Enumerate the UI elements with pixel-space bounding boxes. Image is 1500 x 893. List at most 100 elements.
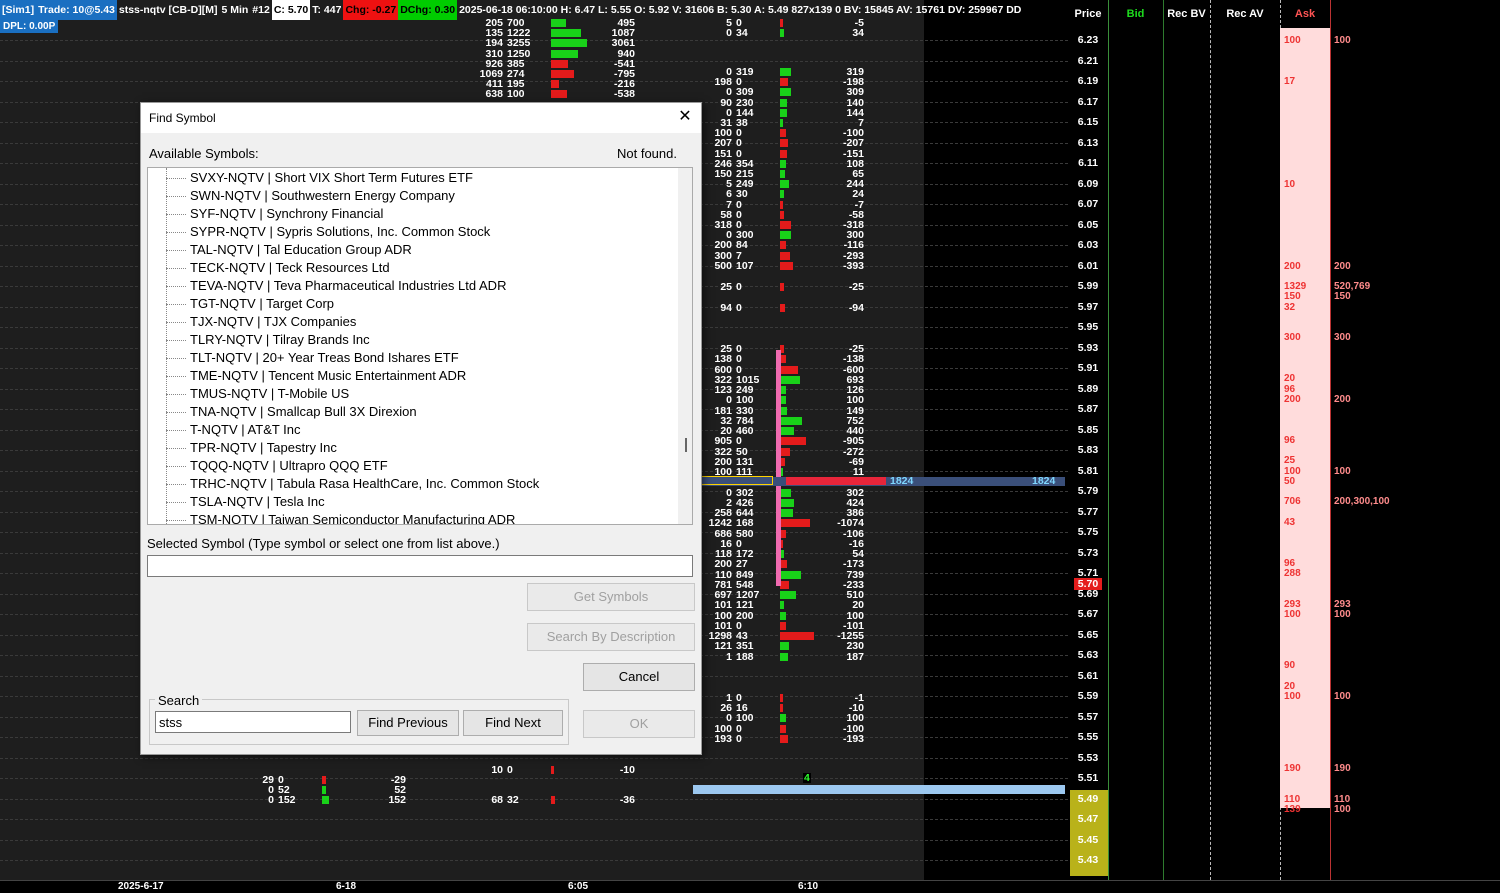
symbol-list-item[interactable]: SVXY-NQTV | Short VIX Short Term Futures… [190, 169, 473, 187]
price-level: 6.13 [1077, 136, 1099, 149]
far-footprint-bid-volume: 152 [278, 794, 296, 806]
price-level: 5.85 [1077, 423, 1099, 436]
recent-ask-volume: 300 [1334, 332, 1351, 344]
symbol-list-item[interactable]: TECK-NQTV | Teck Resources Ltd [190, 259, 390, 277]
tree-connector [166, 430, 186, 431]
tree-connector [166, 376, 186, 377]
left-footprint-bid-volume: 3255 [507, 37, 531, 50]
right-footprint-delta-bar [780, 375, 801, 384]
left-footprint-delta-bar [551, 766, 555, 774]
price-level: 6.03 [1077, 239, 1099, 251]
tree-connector [166, 168, 167, 524]
price-level: 5.43 [1077, 854, 1099, 866]
selected-symbol-input[interactable] [147, 555, 693, 577]
symbol-list-item[interactable]: TMUS-NQTV | T-Mobile US [190, 385, 349, 403]
symbol-list[interactable]: SVXY-NQTV | Short VIX Short Term Futures… [147, 167, 693, 525]
right-footprint-bid-volume: 330 [736, 404, 754, 417]
scrollbar-thumb[interactable] [685, 438, 687, 452]
right-footprint-delta-bar [780, 210, 785, 219]
find-previous-button[interactable]: Find Previous [357, 710, 459, 736]
symbol-list-item[interactable]: TQQQ-NQTV | Ultrapro QQQ ETF [190, 457, 388, 475]
right-footprint-delta-bar [780, 261, 793, 270]
symbol-list-item[interactable]: SWN-NQTV | Southwestern Energy Company [190, 187, 455, 205]
symbol-list-item[interactable]: TNA-NQTV | Smallcap Bull 3X Direxion [190, 403, 417, 421]
far-footprint-delta: 152 [388, 794, 406, 806]
right-footprint-delta: 100 [846, 394, 864, 407]
tree-connector [166, 394, 186, 395]
symbol-list-item[interactable]: TRHC-NQTV | Tabula Rasa HealthCare, Inc.… [190, 475, 539, 493]
right-footprint-delta-bar [780, 427, 794, 435]
left-footprint-delta-bar [551, 49, 578, 58]
grid-line [0, 819, 1068, 820]
left-footprint-bid-volume: 32 [507, 794, 519, 806]
ask-size: 100 [1284, 35, 1301, 46]
price-level: 5.51 [1077, 772, 1099, 784]
symbol-list-item[interactable]: SYF-NQTV | Synchrony Financial [190, 205, 383, 223]
current-bar-outline [700, 476, 773, 485]
right-footprint-bid-volume: 107 [736, 259, 754, 272]
recent-ask-volume: 200,300,100 [1334, 496, 1390, 508]
right-footprint-delta: -138 [842, 353, 864, 366]
ask-size: 90 [1284, 660, 1296, 672]
right-footprint-delta-bar [780, 304, 786, 312]
price-level: 5.49 [1077, 792, 1099, 805]
symbol-list-item[interactable]: TME-NQTV | Tencent Music Entertainment A… [190, 367, 466, 385]
right-footprint-delta: -106 [842, 527, 864, 540]
symbol-list-item[interactable]: TEVA-NQTV | Teva Pharmaceutical Industri… [190, 277, 506, 295]
tree-connector [166, 520, 186, 521]
tree-connector [166, 484, 186, 485]
right-footprint-ask-volume: 0 [726, 27, 732, 40]
ask-size: 17 [1284, 76, 1296, 87]
symbol-list-item[interactable]: SYPR-NQTV | Sypris Solutions, Inc. Commo… [190, 223, 490, 241]
bar-number: #12 [252, 4, 270, 16]
dialog-titlebar[interactable]: Find Symbol ✕ [141, 103, 701, 133]
symbol-list-item[interactable]: TSM-NQTV | Taiwan Semiconductor Manufact… [190, 511, 515, 524]
interval-label: 5 Min [221, 4, 249, 16]
price-level: 5.65 [1077, 628, 1099, 641]
left-footprint-ask-volume: 194 [485, 37, 503, 50]
recent-ask-volume: 200 [1334, 260, 1351, 272]
ok-button[interactable]: OK [583, 710, 695, 738]
symbol-list-item[interactable]: TSLA-NQTV | Tesla Inc [190, 493, 325, 511]
tree-connector [166, 502, 186, 503]
close-icon[interactable]: ✕ [675, 107, 695, 127]
symbol-list-item[interactable]: T-NQTV | AT&T Inc [190, 421, 301, 439]
far-footprint-delta-bar [322, 776, 326, 784]
search-by-description-button[interactable]: Search By Description [527, 623, 695, 651]
right-footprint-delta-bar [780, 19, 784, 27]
get-symbols-button[interactable]: Get Symbols [527, 583, 695, 611]
find-next-button[interactable]: Find Next [463, 710, 563, 736]
symbol-list-item[interactable]: TAL-NQTV | Tal Education Group ADR [190, 241, 412, 259]
search-input[interactable] [155, 711, 351, 733]
ladder-divider [1210, 0, 1211, 880]
left-footprint-delta-bar [551, 80, 560, 89]
right-footprint-delta-bar [780, 365, 798, 374]
symbol-list-item[interactable]: TJX-NQTV | TJX Companies [190, 313, 356, 331]
recent-ask-volume: 100 [1334, 465, 1351, 477]
count-badge: 4 [803, 772, 811, 784]
tree-connector [166, 286, 186, 287]
volume-band [693, 785, 1065, 794]
bar-info: 2025-06-18 06:10:00 H: 6.47 L: 5.55 O: 5… [459, 4, 1022, 16]
cancel-button[interactable]: Cancel [583, 663, 695, 691]
price-level: 6.07 [1077, 198, 1099, 210]
ladder-header: Bid [1126, 8, 1145, 20]
tree-connector [166, 214, 186, 215]
tree-connector [166, 322, 186, 323]
right-footprint-delta: -193 [842, 732, 864, 745]
list-scrollbar[interactable] [678, 168, 692, 524]
symbol-list-item[interactable]: TGT-NQTV | Target Corp [190, 295, 334, 313]
price-ladder[interactable]: Price Bid Rec BV Rec AV Ask 6.23 6.21 6.19 6.17… [1068, 0, 1500, 880]
ask-size: 300 [1284, 332, 1301, 344]
price-level: 6.21 [1077, 54, 1099, 67]
price-level: 5.81 [1077, 464, 1099, 477]
symbol-list-item[interactable]: TLRY-NQTV | Tilray Brands Inc [190, 331, 370, 349]
price-level: 5.61 [1077, 669, 1099, 682]
recent-ask-volume: 100 [1334, 609, 1351, 620]
symbol-list-item[interactable]: TLT-NQTV | 20+ Year Treas Bond Ishares E… [190, 349, 459, 367]
tree-connector [166, 340, 186, 341]
left-footprint-delta-bar [551, 19, 567, 27]
price-level: 5.93 [1077, 341, 1099, 354]
right-footprint-bid-volume: 0 [736, 137, 742, 150]
symbol-list-item[interactable]: TPR-NQTV | Tapestry Inc [190, 439, 337, 457]
